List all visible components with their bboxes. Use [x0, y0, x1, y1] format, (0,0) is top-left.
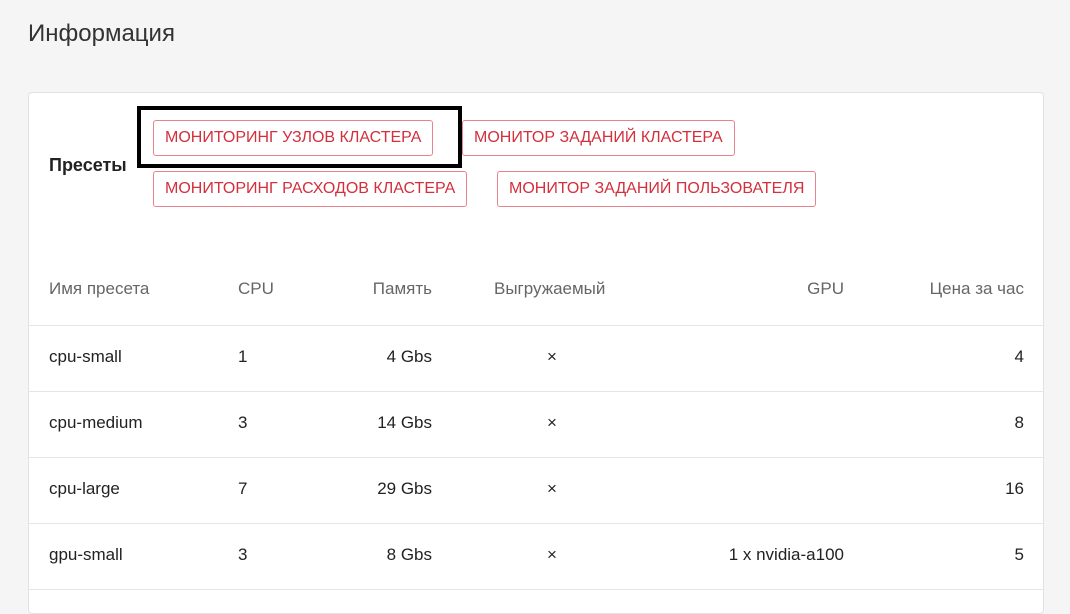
- memory-cell: 8 Gbs: [386, 545, 432, 564]
- preemptible-cell: ×: [547, 479, 557, 498]
- column-header-memory: Память: [372, 279, 432, 298]
- preset-cluster-nodes-monitoring-button[interactable]: МОНИТОРИНГ УЗЛОВ КЛАСТЕРА: [153, 120, 434, 156]
- table-row: gpu-small 3 8 Gbs × 1 x nvidia-a100 5: [29, 523, 1043, 590]
- preset-name-cell: cpu-medium: [49, 413, 143, 432]
- column-header-preemptible: Выгружаемый: [494, 279, 606, 298]
- preemptible-cell: ×: [547, 347, 557, 366]
- cpu-cell: 3: [238, 413, 248, 432]
- column-header-gpu: GPU: [807, 279, 844, 298]
- info-card: Пресеты МОНИТОРИНГ УЗЛОВ КЛАСТЕРА МОНИТО…: [28, 92, 1044, 614]
- memory-cell: 14 Gbs: [377, 413, 432, 432]
- gpu-cell: 1 x nvidia-a100: [728, 545, 844, 564]
- memory-cell: 29 Gbs: [377, 479, 432, 498]
- cpu-cell: 3: [238, 545, 248, 564]
- price-cell: 8: [1014, 413, 1024, 432]
- table-row: cpu-medium 3 14 Gbs × 8: [29, 391, 1043, 458]
- column-header-cpu: CPU: [238, 279, 274, 298]
- preemptible-cell: ×: [547, 545, 557, 564]
- price-cell: 4: [1014, 347, 1024, 366]
- table-header: Имя пресета CPU Память Выгружаемый GPU Ц…: [29, 279, 1043, 326]
- price-cell: 5: [1014, 545, 1024, 564]
- preset-name-cell: cpu-large: [49, 479, 120, 498]
- preemptible-cell: ×: [547, 413, 557, 432]
- column-header-preset-name: Имя пресета: [49, 279, 150, 298]
- preset-name-cell: gpu-small: [49, 545, 123, 564]
- preset-name-cell: cpu-small: [49, 347, 122, 366]
- page-title: Информация: [28, 20, 175, 47]
- presets-label: Пресеты: [49, 155, 127, 175]
- preset-user-jobs-monitor-button[interactable]: МОНИТОР ЗАДАНИЙ ПОЛЬЗОВАТЕЛЯ: [497, 171, 817, 207]
- column-header-price: Цена за час: [929, 279, 1024, 298]
- table-row: cpu-large 7 29 Gbs × 16: [29, 457, 1043, 524]
- cpu-cell: 1: [238, 347, 248, 366]
- memory-cell: 4 Gbs: [386, 347, 432, 366]
- preset-cluster-costs-monitoring-button[interactable]: МОНИТОРИНГ РАСХОДОВ КЛАСТЕРА: [153, 171, 468, 207]
- preset-cluster-jobs-monitor-button[interactable]: МОНИТОР ЗАДАНИЙ КЛАСТЕРА: [462, 120, 735, 156]
- price-cell: 16: [1005, 479, 1024, 498]
- cpu-cell: 7: [238, 479, 248, 498]
- table-row: cpu-small 1 4 Gbs × 4: [29, 325, 1043, 392]
